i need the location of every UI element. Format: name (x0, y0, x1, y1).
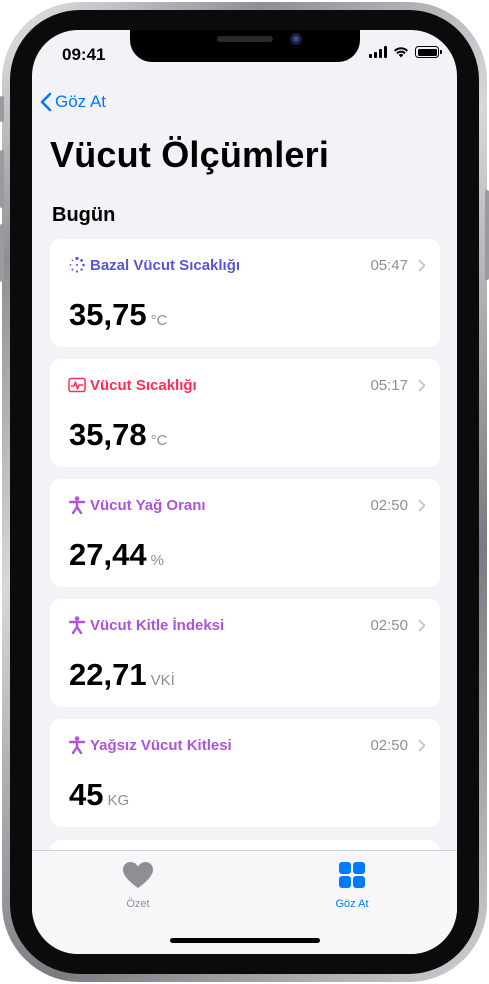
cellular-signal-icon (369, 46, 387, 58)
card-time: 05:47 (370, 256, 408, 274)
card-label: Vücut Yağ Oranı (90, 496, 206, 514)
status-icons (369, 46, 442, 58)
card-header: Bazal Vücut Sıcaklığı 05:47 (68, 255, 426, 275)
card-time: 02:50 (370, 736, 408, 754)
card-header: Vücut Sıcaklığı 05:17 (68, 375, 426, 395)
card-header: Vücut Kitle İndeksi 02:50 (68, 615, 426, 635)
card-lean-body-mass[interactable]: Yağsız Vücut Kitlesi 02:50 45 KG (50, 719, 440, 827)
dotted-circle-icon (68, 256, 86, 274)
value-number: 45 (69, 777, 104, 812)
value-number: 27,44 (69, 537, 147, 572)
page-title: Vücut Ölçümleri (50, 134, 330, 175)
card-basal-body-temperature[interactable]: Bazal Vücut Sıcaklığı 05:47 35,75 °C (50, 239, 440, 347)
chevron-right-icon (418, 259, 426, 271)
card-label: Vücut Kitle İndeksi (90, 616, 225, 634)
value-number: 35,75 (69, 297, 147, 332)
tab-browse-label: Göz At (335, 898, 369, 910)
wifi-icon (394, 47, 408, 58)
value-number: 22,71 (69, 657, 147, 692)
card-value: 35,75 °C (69, 297, 167, 333)
card-body-mass-index[interactable]: Vücut Kitle İndeksi 02:50 22,71 VKİ (50, 599, 440, 707)
heart-icon (123, 862, 153, 888)
notch (130, 30, 360, 62)
card-time: 02:50 (370, 616, 408, 634)
card-time: 02:50 (370, 496, 408, 514)
tab-summary-label: Özet (126, 898, 150, 910)
card-body-fat-percentage[interactable]: Vücut Yağ Oranı 02:50 27,44 % (50, 479, 440, 587)
value-number: 35,78 (69, 417, 147, 452)
value-unit: % (150, 552, 164, 569)
card-value: 27,44 % (69, 537, 164, 573)
value-unit: °C (150, 312, 168, 329)
measurement-list: Bazal Vücut Sıcaklığı 05:47 35,75 °C Vüc… (50, 239, 440, 839)
card-time: 05:17 (370, 376, 408, 394)
card-header: Yağsız Vücut Kitlesi 02:50 (68, 735, 426, 755)
chevron-left-icon (40, 92, 52, 112)
battery-level (417, 48, 437, 56)
value-unit: VKİ (150, 672, 175, 689)
card-value: 22,71 VKİ (69, 657, 175, 693)
mute-switch (0, 96, 4, 122)
figure-icon (68, 616, 86, 634)
section-title: Bugün (52, 204, 116, 226)
chevron-right-icon (418, 619, 426, 631)
thermometer-waveform-icon (68, 376, 86, 394)
battery-icon (415, 46, 442, 58)
back-button[interactable]: Göz At (40, 92, 106, 112)
figure-icon (68, 736, 86, 754)
tab-browse[interactable]: Göz At (292, 861, 412, 910)
card-label: Yağsız Vücut Kitlesi (90, 736, 232, 754)
volume-up-button (0, 150, 4, 208)
chevron-right-icon (418, 379, 426, 391)
card-header: Vücut Yağ Oranı 02:50 (68, 495, 426, 515)
tab-summary[interactable]: Özet (78, 861, 198, 910)
front-camera (290, 33, 302, 45)
value-unit: °C (150, 432, 168, 449)
speaker (217, 36, 273, 42)
card-value: 45 KG (69, 777, 129, 813)
card-label: Vücut Sıcaklığı (90, 376, 197, 394)
home-indicator[interactable] (170, 938, 320, 943)
card-body-temperature[interactable]: Vücut Sıcaklığı 05:17 35,78 °C (50, 359, 440, 467)
chevron-right-icon (418, 739, 426, 751)
side-button (485, 190, 489, 280)
card-label: Bazal Vücut Sıcaklığı (90, 256, 241, 274)
volume-down-button (0, 224, 4, 282)
grid-icon (339, 862, 365, 888)
card-value: 35,78 °C (69, 417, 167, 453)
chevron-right-icon (418, 499, 426, 511)
screen: 09:41 Göz At Vücut Ölçümleri Bugün Bazal… (32, 30, 457, 954)
status-bar: 09:41 (32, 30, 457, 78)
value-unit: KG (107, 792, 130, 809)
figure-icon (68, 496, 86, 514)
status-time: 09:41 (62, 45, 106, 64)
back-button-label: Göz At (55, 92, 107, 111)
